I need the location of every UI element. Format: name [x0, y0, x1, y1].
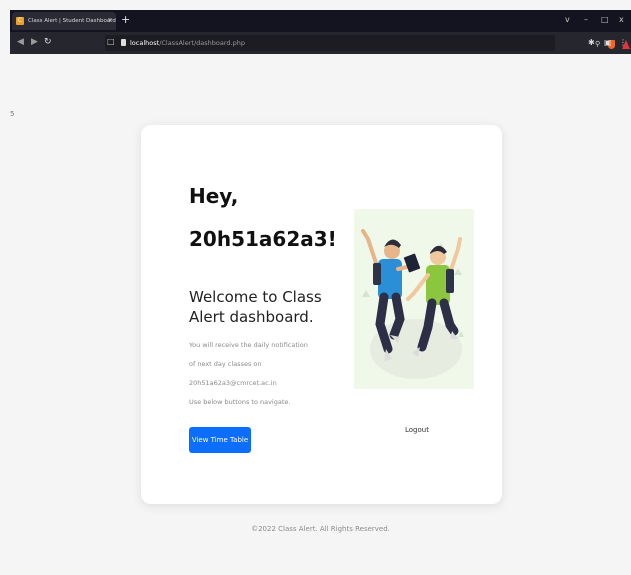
maximize-button[interactable]: □	[601, 16, 609, 24]
tab-title: Class Alert | Student Dashboard	[28, 18, 116, 24]
close-window-button[interactable]: x	[619, 16, 624, 24]
info-line: Use below buttons to navigate.	[189, 398, 291, 406]
tab-search-icon[interactable]: v	[565, 16, 570, 24]
site-info-icon[interactable]	[121, 39, 126, 46]
footer-text: ©2022 Class Alert. All Rights Reserved.	[251, 525, 390, 533]
minimize-button[interactable]: –	[584, 16, 588, 24]
sidebar-icon[interactable]: ▣	[604, 39, 612, 47]
greeting-heading: Hey,	[189, 184, 239, 208]
welcome-heading: Welcome to Class Alert dashboard.	[189, 288, 322, 326]
bookmark-icon[interactable]: □	[107, 37, 115, 46]
view-timetable-button[interactable]: View Time Table	[189, 427, 251, 453]
active-tab[interactable]: C Class Alert | Student Dashboard x	[12, 12, 116, 30]
info-line: You will receive the daily notification	[189, 341, 308, 349]
url-path: /ClassAlert/dashboard.php	[159, 39, 245, 47]
url-field[interactable]: □ localhost/ClassAlert/dashboard.php ⚲	[105, 35, 630, 51]
tab-bar: C Class Alert | Student Dashboard x + v …	[10, 10, 631, 32]
tab-close-icon[interactable]: x	[108, 16, 112, 24]
stray-mark: 5	[10, 110, 15, 118]
username-heading: 20h51a62a3!	[189, 227, 337, 251]
key-icon[interactable]: ⚲	[595, 40, 600, 48]
students-illustration	[354, 209, 474, 389]
url-text[interactable]: localhost/ClassAlert/dashboard.php	[130, 39, 245, 47]
forward-icon[interactable]: ▶	[31, 38, 38, 47]
address-bar: ◀ ▶ ↻ □ localhost/ClassAlert/dashboard.p…	[10, 32, 631, 54]
jumping-students-graphic	[361, 229, 464, 379]
extensions-icon[interactable]: ✱	[588, 39, 595, 47]
info-line: 20h51a62a3@cmrcet.ac.in	[189, 379, 277, 387]
reload-icon[interactable]: ↻	[44, 38, 52, 47]
info-text: You will receive the daily notification …	[189, 336, 339, 412]
logout-link[interactable]: Logout	[405, 426, 429, 434]
back-icon[interactable]: ◀	[17, 38, 24, 47]
favicon-icon: C	[16, 17, 24, 25]
url-host: localhost	[130, 39, 160, 47]
new-tab-button[interactable]: +	[121, 14, 130, 25]
menu-icon[interactable]: ⋮	[619, 39, 627, 47]
info-line: of next day classes on	[189, 360, 262, 368]
dashboard-card: Hey, 20h51a62a3! Welcome to Class Alert …	[141, 125, 502, 504]
